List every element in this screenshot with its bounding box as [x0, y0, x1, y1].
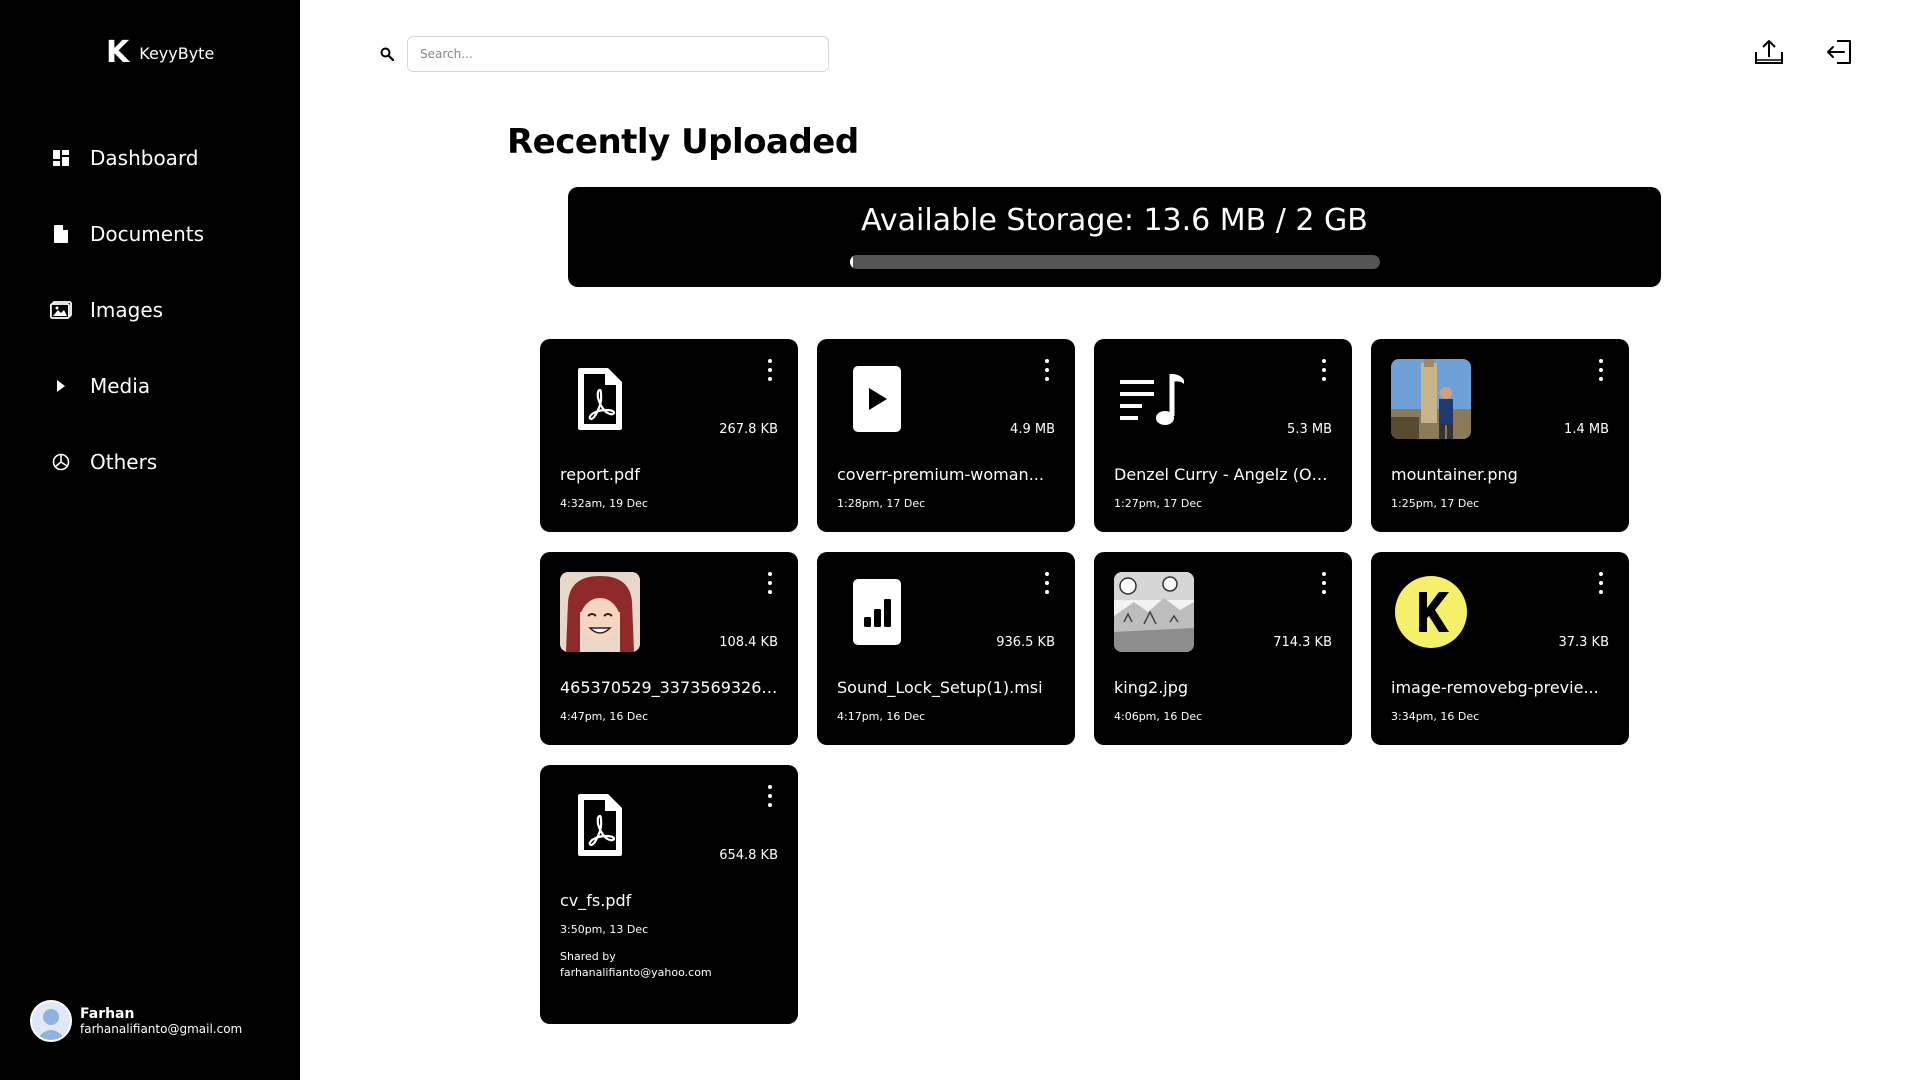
play-icon: [50, 375, 72, 397]
file-date: 1:27pm, 17 Dec: [1114, 497, 1203, 510]
upload-button[interactable]: [1751, 38, 1787, 70]
brand-logo-icon: K: [106, 35, 130, 70]
more-options-icon[interactable]: [1041, 572, 1053, 594]
file-size: 4.9 MB: [1010, 422, 1055, 437]
storage-progress-bar: [850, 255, 1380, 269]
user-email: farhanalifianto@gmail.com: [80, 1022, 243, 1036]
shared-by-email: farhanalifianto@yahoo.com: [560, 966, 712, 979]
storage-progress-fill: [850, 255, 854, 269]
file-name: Sound_Lock_Setup(1).msi: [837, 678, 1043, 697]
file-date: 3:34pm, 16 Dec: [1391, 710, 1480, 723]
video-icon: [837, 359, 917, 439]
file-name: image-removebg-previe...: [1391, 678, 1599, 697]
user-profile[interactable]: Farhan farhanalifianto@gmail.com: [30, 1000, 242, 1042]
image-icon: [50, 299, 72, 321]
sidebar-item-label: Dashboard: [90, 146, 199, 170]
pie-chart-icon: [50, 451, 72, 473]
logout-icon: [1825, 39, 1853, 69]
shared-by: Shared by farhanalifianto@yahoo.com: [560, 949, 712, 981]
file-card[interactable]: 936.5 KB Sound_Lock_Setup(1).msi 4:17pm,…: [817, 552, 1075, 745]
more-options-icon[interactable]: [1318, 572, 1330, 594]
more-options-icon[interactable]: [1318, 359, 1330, 381]
storage-text: Available Storage: 13.6 MB / 2 GB: [861, 203, 1368, 238]
upload-icon: [1753, 38, 1785, 70]
file-date: 4:17pm, 16 Dec: [837, 710, 926, 723]
more-options-icon[interactable]: [1041, 359, 1053, 381]
more-options-icon[interactable]: [764, 785, 776, 807]
file-size: 5.3 MB: [1287, 422, 1332, 437]
file-date: 3:50pm, 13 Dec: [560, 923, 649, 936]
file-card[interactable]: 654.8 KB cv_fs.pdf 3:50pm, 13 Dec Shared…: [540, 765, 798, 1024]
file-size: 267.8 KB: [719, 422, 778, 437]
sidebar-item-label: Media: [90, 374, 151, 398]
file-card[interactable]: 5.3 MB Denzel Curry - Angelz (Off... 1:2…: [1094, 339, 1352, 532]
more-options-icon[interactable]: [1595, 359, 1607, 381]
image-thumbnail: [1391, 572, 1471, 652]
file-date: 4:32am, 19 Dec: [560, 497, 648, 510]
file-card[interactable]: 1.4 MB mountainer.png 1:25pm, 17 Dec: [1371, 339, 1629, 532]
pdf-icon: [560, 359, 640, 439]
file-card[interactable]: 267.8 KB report.pdf 4:32am, 19 Dec: [540, 339, 798, 532]
search-icon: [380, 46, 396, 62]
avatar: [30, 1000, 72, 1042]
music-icon: [1114, 359, 1194, 439]
file-date: 4:47pm, 16 Dec: [560, 710, 649, 723]
file-size: 1.4 MB: [1564, 422, 1609, 437]
sidebar: K KeyyByte Dashboard Documents Images Me…: [0, 0, 300, 1080]
file-size: 37.3 KB: [1558, 635, 1609, 650]
more-options-icon[interactable]: [764, 572, 776, 594]
file-name: 465370529_33735693262...: [560, 678, 780, 697]
file-grid: 267.8 KB report.pdf 4:32am, 19 Dec 4.9 M…: [540, 339, 1629, 1024]
file-size: 654.8 KB: [719, 848, 778, 863]
file-card[interactable]: 108.4 KB 465370529_33735693262... 4:47pm…: [540, 552, 798, 745]
shared-by-label: Shared by: [560, 950, 616, 963]
file-name: coverr-premium-woman...: [837, 465, 1044, 484]
logout-button[interactable]: [1821, 38, 1857, 70]
page-title: Recently Uploaded: [507, 122, 859, 162]
file-size: 714.3 KB: [1273, 635, 1332, 650]
file-card[interactable]: 714.3 KB king2.jpg 4:06pm, 16 Dec: [1094, 552, 1352, 745]
document-icon: [50, 223, 72, 245]
sidebar-nav: Dashboard Documents Images Media Others: [50, 120, 290, 500]
user-name: Farhan: [80, 1006, 135, 1022]
sidebar-item-label: Documents: [90, 222, 205, 246]
file-date: 1:28pm, 17 Dec: [837, 497, 926, 510]
sidebar-item-others[interactable]: Others: [50, 424, 290, 500]
file-size: 936.5 KB: [996, 635, 1055, 650]
storage-panel: Available Storage: 13.6 MB / 2 GB: [568, 187, 1661, 287]
file-name: cv_fs.pdf: [560, 891, 632, 910]
image-thumbnail: [560, 572, 640, 652]
sidebar-item-label: Images: [90, 298, 164, 322]
file-name: mountainer.png: [1391, 465, 1518, 484]
file-chart-icon: [837, 572, 917, 652]
sidebar-item-dashboard[interactable]: Dashboard: [50, 120, 290, 196]
file-name: report.pdf: [560, 465, 640, 484]
image-thumbnail: [1391, 359, 1471, 439]
file-size: 108.4 KB: [719, 635, 778, 650]
more-options-icon[interactable]: [1595, 572, 1607, 594]
brand-name: KeyyByte: [139, 43, 215, 63]
dashboard-icon: [50, 147, 72, 169]
sidebar-item-label: Others: [90, 450, 158, 474]
more-options-icon[interactable]: [764, 359, 776, 381]
file-date: 4:06pm, 16 Dec: [1114, 710, 1203, 723]
file-name: king2.jpg: [1114, 678, 1189, 697]
search-input[interactable]: [407, 36, 829, 72]
sidebar-item-images[interactable]: Images: [50, 272, 290, 348]
brand[interactable]: K KeyyByte: [106, 38, 214, 68]
file-date: 1:25pm, 17 Dec: [1391, 497, 1480, 510]
file-card[interactable]: 37.3 KB image-removebg-previe... 3:34pm,…: [1371, 552, 1629, 745]
image-thumbnail: [1114, 572, 1194, 652]
sidebar-item-media[interactable]: Media: [50, 348, 290, 424]
pdf-icon: [560, 785, 640, 865]
file-card[interactable]: 4.9 MB coverr-premium-woman... 1:28pm, 1…: [817, 339, 1075, 532]
sidebar-item-documents[interactable]: Documents: [50, 196, 290, 272]
file-name: Denzel Curry - Angelz (Off...: [1114, 465, 1334, 484]
